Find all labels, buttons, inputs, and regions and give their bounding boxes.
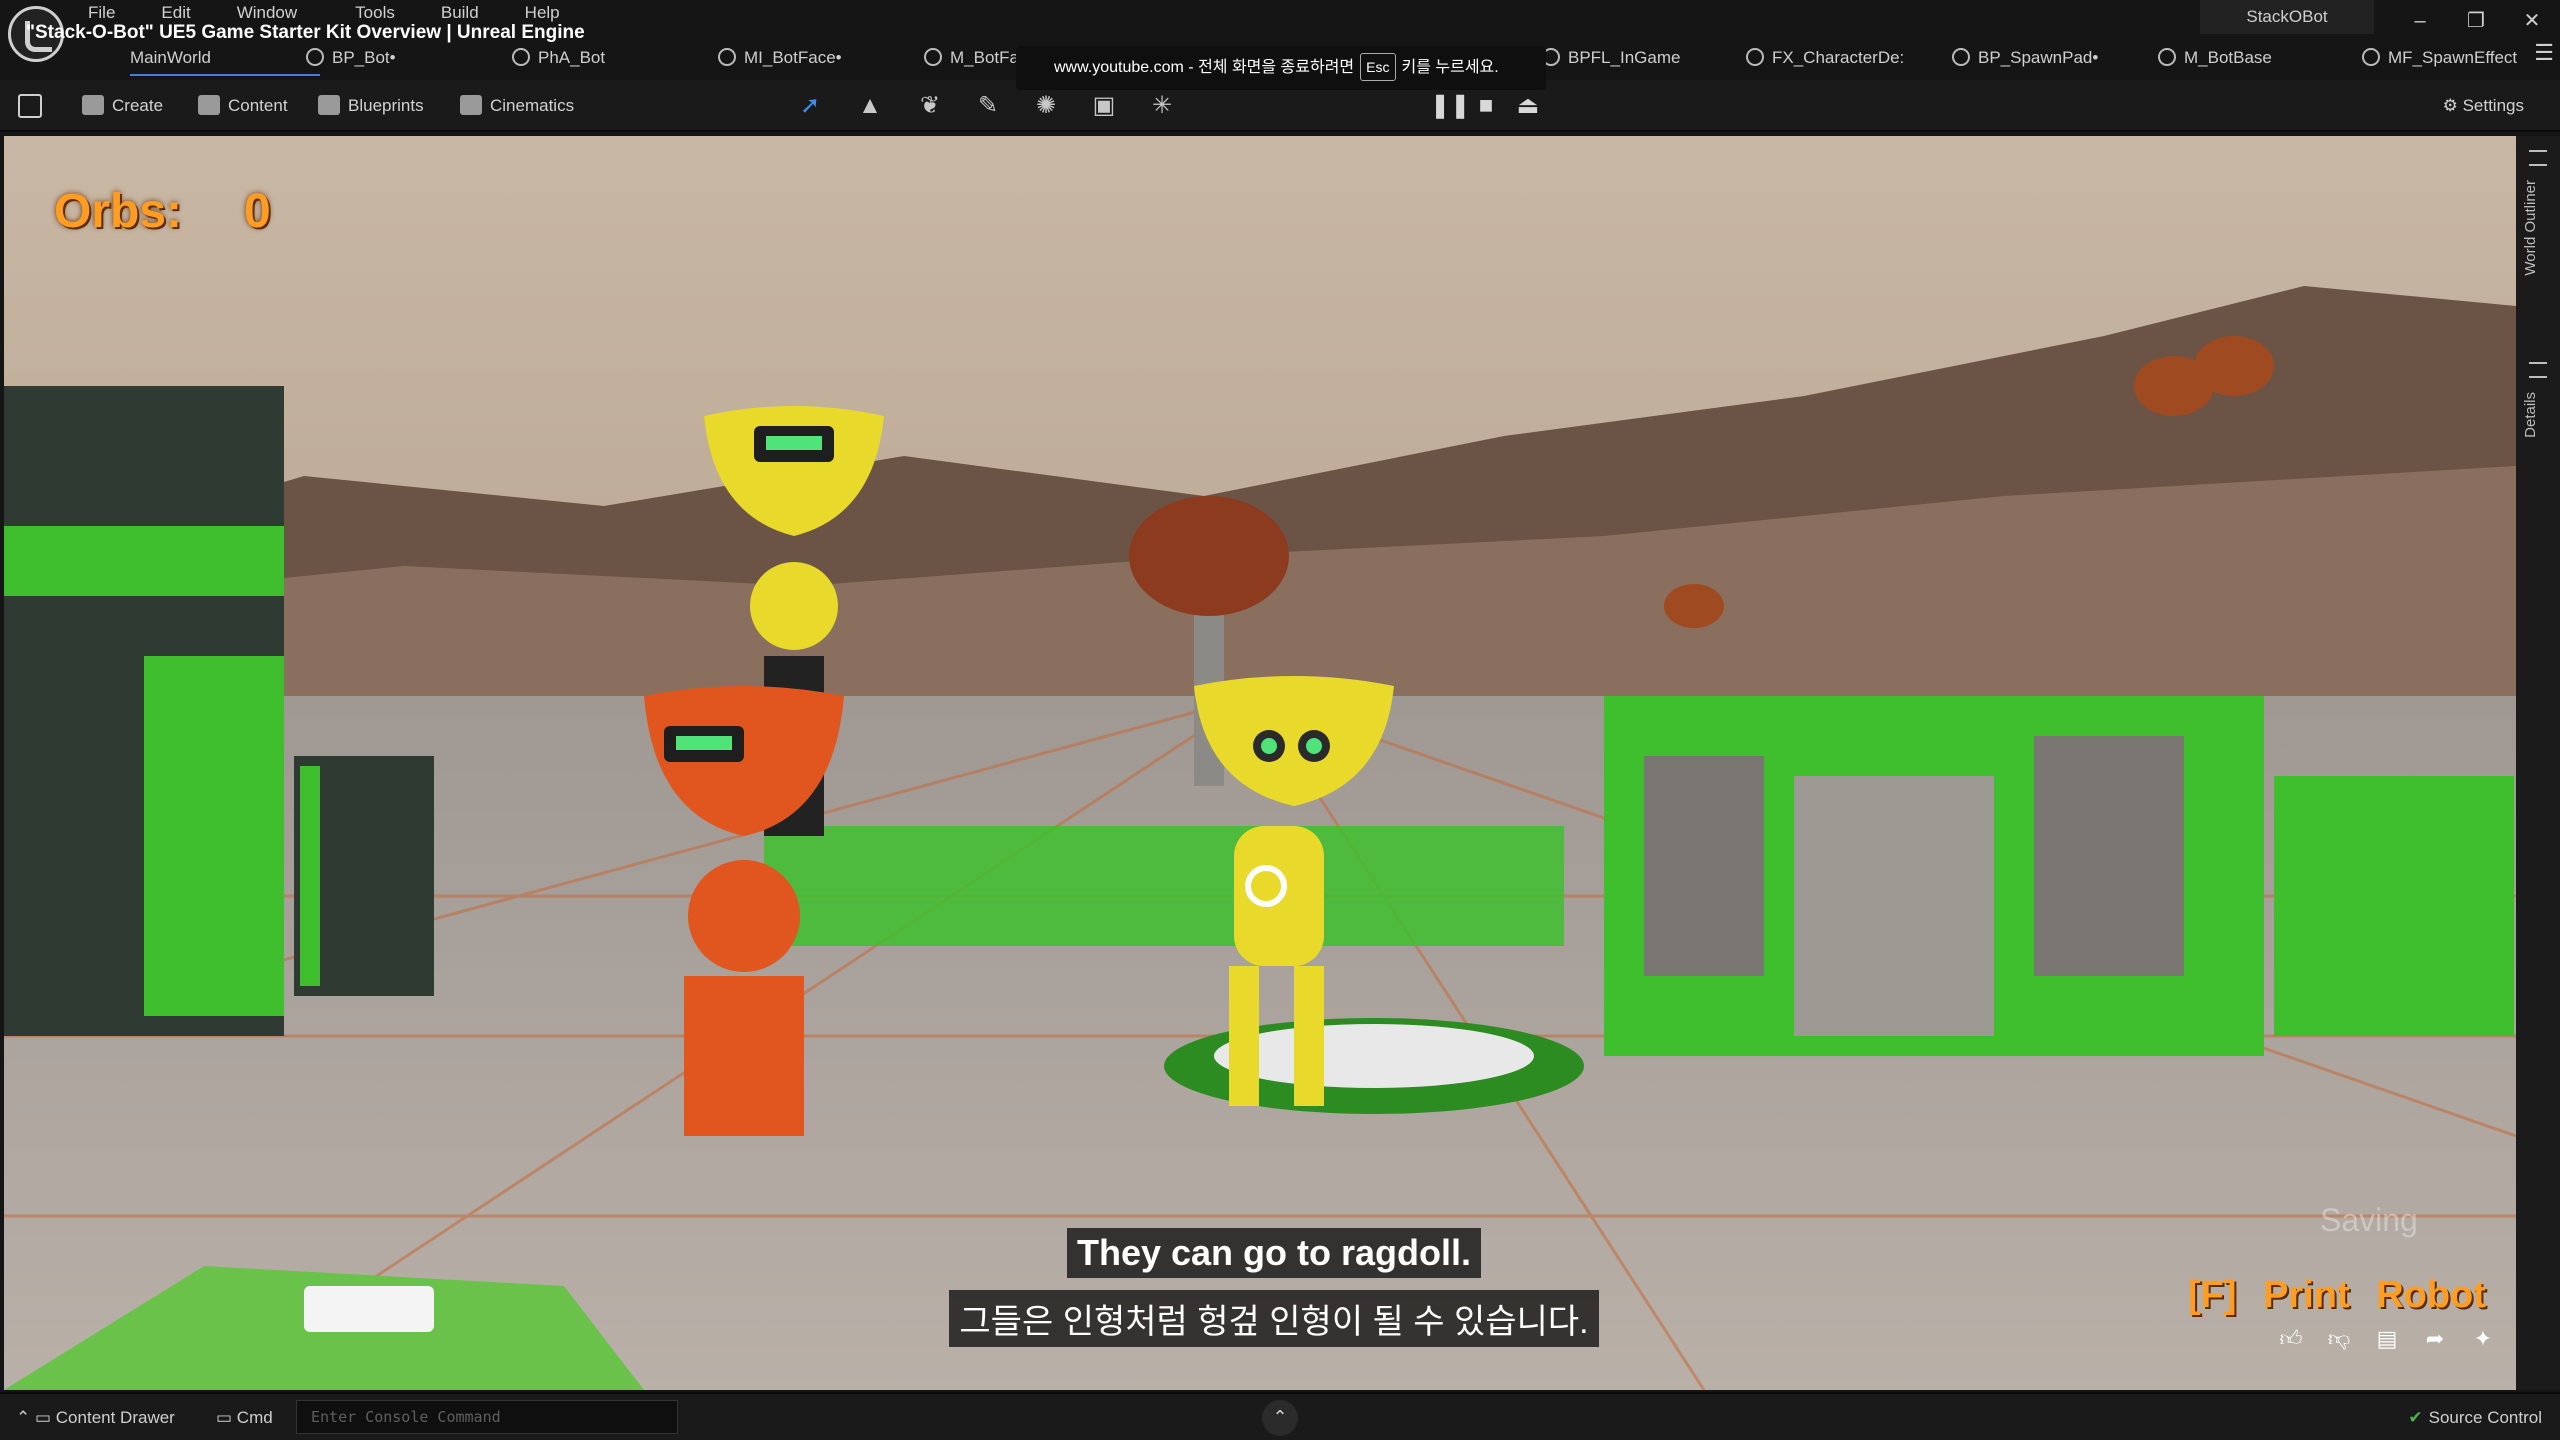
orbs-value: 0 bbox=[244, 185, 271, 238]
like-icon[interactable]: 👍︎ bbox=[2276, 1324, 2306, 1354]
subtitles: They can go to ragdoll. 그들은 인형처럼 헝겊 인형이 … bbox=[4, 1228, 2516, 1347]
game-viewport[interactable]: Orbs: 0 Saving [F] Print Robot They can g… bbox=[4, 136, 2516, 1390]
gear-icon: ⚙ bbox=[2442, 96, 2458, 115]
menu-tools[interactable]: Tools bbox=[355, 3, 395, 23]
material-instance-icon bbox=[718, 48, 736, 66]
spawn-pad-top bbox=[1214, 1024, 1534, 1088]
side-panel-tabs: World Outliner Details bbox=[2516, 136, 2560, 1390]
material-function-icon bbox=[2362, 48, 2380, 66]
menu-window[interactable]: Window bbox=[237, 3, 297, 23]
tab-mf-spawneffect[interactable]: MF_SpawnEffect bbox=[2362, 40, 2532, 76]
tab-bp-spawnpad[interactable]: BP_SpawnPad• bbox=[1952, 40, 2152, 76]
niagara-icon bbox=[1746, 48, 1764, 66]
chevron-up-icon: ⌃ bbox=[16, 1408, 31, 1427]
create-icon bbox=[82, 95, 104, 115]
share-icon[interactable]: ➦ bbox=[2420, 1324, 2450, 1354]
tab-fx-characterdeath[interactable]: FX_CharacterDe: bbox=[1746, 40, 1946, 76]
stop-icon[interactable]: ■ bbox=[1472, 92, 1500, 120]
blueprints-icon bbox=[318, 95, 340, 115]
restore-icon[interactable]: ❐ bbox=[2448, 0, 2504, 42]
landscape-mode-icon[interactable]: ▲ bbox=[856, 92, 884, 120]
tab-m-botbase[interactable]: M_BotBase bbox=[2158, 40, 2358, 76]
tab-bp-bot[interactable]: BP_Bot• bbox=[306, 40, 506, 76]
content-icon bbox=[198, 95, 220, 115]
console-input[interactable]: Enter Console Command bbox=[296, 1400, 678, 1434]
check-icon: ✔ bbox=[2408, 1408, 2423, 1427]
tab-m-botface[interactable]: M_BotFa bbox=[924, 40, 1020, 76]
blueprint-icon bbox=[1952, 48, 1970, 66]
tab-details[interactable]: Details bbox=[2522, 392, 2539, 438]
orbs-counter: Orbs: 0 bbox=[54, 184, 271, 239]
content-drawer-button[interactable]: ⌃ ▭ Content Drawer bbox=[16, 1408, 175, 1428]
source-control-button[interactable]: ✔ Source Control bbox=[2408, 1408, 2542, 1428]
physics-asset-icon bbox=[512, 48, 530, 66]
eject-icon[interactable]: ⏏ bbox=[1514, 92, 1542, 120]
details-icon[interactable] bbox=[2529, 362, 2547, 378]
blueprint-icon bbox=[306, 48, 324, 66]
close-icon[interactable]: ✕ bbox=[2504, 0, 2560, 42]
menu-edit[interactable]: Edit bbox=[161, 3, 190, 23]
material-icon bbox=[2158, 48, 2176, 66]
esc-key-badge: Esc bbox=[1360, 53, 1396, 81]
tab-world-outliner[interactable]: World Outliner bbox=[2522, 180, 2539, 276]
folder-icon: ▭ bbox=[34, 1408, 52, 1427]
window-controls: – ❐ ✕ bbox=[2392, 0, 2560, 42]
cmd-button[interactable]: ▭ Cmd bbox=[216, 1408, 273, 1428]
cinematics-button[interactable]: Cinematics bbox=[460, 92, 574, 120]
comment-icon[interactable]: ▤ bbox=[2372, 1324, 2402, 1354]
tab-pha-bot[interactable]: PhA_Bot bbox=[512, 40, 712, 76]
tab-mainworld[interactable]: MainWorld bbox=[130, 40, 320, 76]
center-wall bbox=[764, 826, 1564, 946]
blueprints-button[interactable]: Blueprints bbox=[318, 92, 424, 120]
minimize-icon[interactable]: – bbox=[2392, 0, 2448, 42]
subtitle-english: They can go to ragdoll. bbox=[1066, 1228, 1482, 1278]
select-mode-icon[interactable]: ➚ bbox=[796, 92, 824, 120]
create-button[interactable]: Create bbox=[82, 92, 163, 120]
tab-list-icon[interactable]: ☰ bbox=[2534, 40, 2554, 66]
outliner-icon[interactable] bbox=[2529, 150, 2547, 166]
menu-file[interactable]: File bbox=[88, 3, 115, 23]
material-icon bbox=[924, 48, 942, 66]
content-button[interactable]: Content bbox=[198, 92, 288, 120]
sparkle-icon[interactable]: ✦ bbox=[2468, 1324, 2498, 1354]
fracture-mode-icon[interactable]: ✺ bbox=[1032, 92, 1060, 120]
project-name: StackOBot bbox=[2200, 0, 2374, 34]
foliage-mode-icon[interactable]: ❦ bbox=[916, 92, 944, 120]
cinematics-icon bbox=[460, 95, 482, 115]
animation-mode-icon[interactable]: ✳ bbox=[1148, 92, 1176, 120]
menu-build[interactable]: Build bbox=[441, 3, 479, 23]
save-icon[interactable] bbox=[18, 94, 42, 118]
dislike-icon[interactable]: 👎︎ bbox=[2324, 1324, 2354, 1354]
terminal-icon: ▭ bbox=[216, 1408, 233, 1427]
chevron-up-icon[interactable]: ⌃ bbox=[1262, 1400, 1298, 1436]
fullscreen-notice: www.youtube.com - 전체 화면을 종료하려면 Esc 키를 누르세요… bbox=[1016, 46, 1546, 90]
tab-bpfl-ingame[interactable]: BPFL_InGame bbox=[1542, 40, 1742, 76]
menu-help[interactable]: Help bbox=[525, 3, 560, 23]
subtitle-korean: 그들은 인형처럼 헝겊 인형이 될 수 있습니다. bbox=[949, 1290, 1599, 1347]
orbs-label: Orbs: bbox=[54, 185, 183, 238]
status-bar: ⌃ ▭ Content Drawer ▭ Cmd Enter Console C… bbox=[0, 1392, 2560, 1440]
game-scene bbox=[4, 136, 2516, 1390]
mesh-paint-mode-icon[interactable]: ✎ bbox=[974, 92, 1002, 120]
video-actions: 👍︎ 👎︎ ▤ ➦ ✦ ⋯ bbox=[2276, 1324, 2516, 1354]
menu-bar: File Edit Window Tools Build Help bbox=[88, 3, 606, 23]
settings-button[interactable]: ⚙ Settings bbox=[2443, 92, 2524, 120]
tab-mi-botface[interactable]: MI_BotFace• bbox=[718, 40, 918, 76]
pause-icon[interactable]: ❚❚ bbox=[1430, 92, 1470, 120]
brush-edit-mode-icon[interactable]: ▣ bbox=[1090, 92, 1118, 120]
